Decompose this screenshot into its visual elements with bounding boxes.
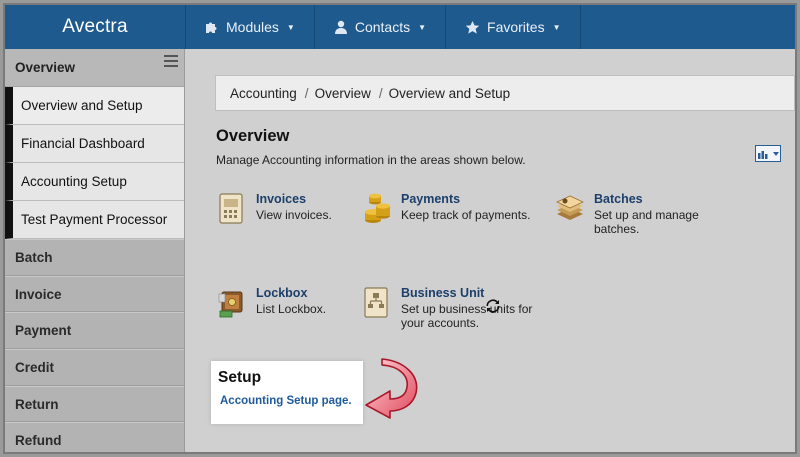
chart-options-button[interactable] bbox=[755, 145, 781, 162]
app-window: Avectra Modules ▼ Contacts ▼ Favorites ▼… bbox=[3, 3, 797, 454]
chevron-down-icon: ▼ bbox=[552, 22, 561, 32]
breadcrumb-overview-and-setup: Overview and Setup bbox=[388, 85, 511, 101]
chevron-down-icon: ▼ bbox=[286, 22, 295, 32]
lockbox-icon bbox=[218, 291, 243, 318]
busy-cursor-icon bbox=[486, 299, 500, 313]
callout-arrow-icon bbox=[365, 358, 418, 419]
invoice-icon bbox=[219, 193, 243, 224]
batches-description: Set up and manage batches. bbox=[594, 208, 699, 236]
brand-logo[interactable]: Avectra bbox=[5, 5, 185, 49]
main-content: Accounting / Overview / Overview and Set… bbox=[186, 49, 795, 452]
modules-label: Modules bbox=[226, 19, 279, 35]
page-description: Manage Accounting information in the are… bbox=[216, 153, 526, 167]
sidebar-subitem-financial-dashboard[interactable]: Financial Dashboard bbox=[5, 125, 184, 163]
tile-text: Batches Set up and manage batches. bbox=[594, 192, 724, 236]
sidebar-item-label: Return bbox=[15, 396, 59, 412]
setup-section: Setup Accounting Setup page. bbox=[211, 361, 363, 424]
sidebar-subitem-label: Test Payment Processor bbox=[21, 212, 168, 227]
sidebar-item-payment[interactable]: Payment bbox=[5, 312, 184, 350]
puzzle-icon bbox=[206, 22, 217, 33]
top-nav-menu: Modules ▼ Contacts ▼ Favorites ▼ bbox=[185, 5, 581, 49]
business-unit-link[interactable]: Business Unit bbox=[401, 286, 549, 300]
sidebar-item-label: Payment bbox=[15, 323, 72, 339]
breadcrumb-separator: / bbox=[304, 85, 309, 101]
sidebar-item-refund[interactable]: Refund bbox=[5, 422, 184, 452]
star-icon bbox=[465, 20, 480, 34]
chevron-down-icon: ▼ bbox=[418, 22, 427, 32]
payments-link[interactable]: Payments bbox=[401, 192, 551, 206]
sidebar-item-batch[interactable]: Batch bbox=[5, 239, 184, 276]
favorites-label: Favorites bbox=[487, 19, 545, 35]
sidebar-subitem-overview-and-setup[interactable]: Overview and Setup bbox=[5, 87, 184, 125]
sidebar-item-return[interactable]: Return bbox=[5, 385, 184, 423]
sidebar-item-credit[interactable]: Credit bbox=[5, 349, 184, 386]
tile-payments: Payments Keep track of payments. bbox=[361, 192, 551, 226]
payments-description: Keep track of payments. bbox=[401, 208, 531, 222]
sidebar-item-label: Refund bbox=[15, 433, 62, 449]
batch-stack-icon bbox=[556, 195, 584, 220]
sidebar: Overview Overview and Setup Financial Da… bbox=[5, 49, 185, 452]
sidebar-item-label: Invoice bbox=[15, 286, 62, 302]
tile-batches: Batches Set up and manage batches. bbox=[554, 192, 724, 236]
sidebar-subitem-label: Financial Dashboard bbox=[21, 136, 145, 151]
hamburger-menu-icon[interactable] bbox=[164, 55, 178, 67]
coins-icon bbox=[365, 193, 390, 223]
tile-text: Business Unit Set up business units for … bbox=[401, 286, 549, 330]
sidebar-subitem-label: Overview and Setup bbox=[21, 98, 143, 113]
org-chart-icon bbox=[364, 287, 388, 318]
breadcrumb-accounting[interactable]: Accounting bbox=[230, 86, 297, 101]
contacts-label: Contacts bbox=[354, 19, 411, 35]
breadcrumb-separator: / bbox=[378, 85, 383, 101]
top-nav-bar: Avectra Modules ▼ Contacts ▼ Favorites ▼ bbox=[5, 5, 795, 49]
sidebar-subitem-label: Accounting Setup bbox=[21, 174, 127, 189]
accounting-setup-page-link[interactable]: Accounting Setup page. bbox=[220, 395, 352, 407]
sidebar-item-invoice[interactable]: Invoice bbox=[5, 275, 184, 313]
sidebar-item-label: Batch bbox=[15, 249, 53, 265]
setup-title: Setup bbox=[218, 369, 262, 386]
sidebar-item-label: Credit bbox=[15, 359, 55, 375]
favorites-menu[interactable]: Favorites ▼ bbox=[445, 5, 581, 49]
sidebar-subitem-test-payment-processor[interactable]: Test Payment Processor bbox=[5, 201, 184, 239]
batches-link[interactable]: Batches bbox=[594, 192, 724, 206]
chevron-down-icon bbox=[772, 151, 779, 156]
user-icon bbox=[334, 20, 347, 34]
business-unit-description: Set up business units for your accounts. bbox=[401, 302, 533, 330]
sidebar-header-overview[interactable]: Overview bbox=[5, 49, 184, 87]
breadcrumb-overview[interactable]: Overview bbox=[315, 86, 371, 101]
bar-chart-icon bbox=[757, 150, 767, 159]
contacts-menu[interactable]: Contacts ▼ bbox=[313, 5, 445, 49]
page-title: Overview bbox=[216, 127, 290, 145]
sidebar-subitem-accounting-setup[interactable]: Accounting Setup bbox=[5, 163, 184, 201]
modules-menu[interactable]: Modules ▼ bbox=[185, 5, 314, 49]
sidebar-header-label: Overview bbox=[15, 60, 76, 75]
tile-text: Payments Keep track of payments. bbox=[401, 192, 551, 226]
breadcrumb: Accounting / Overview / Overview and Set… bbox=[215, 75, 795, 111]
tile-business-unit: Business Unit Set up business units for … bbox=[361, 286, 549, 330]
